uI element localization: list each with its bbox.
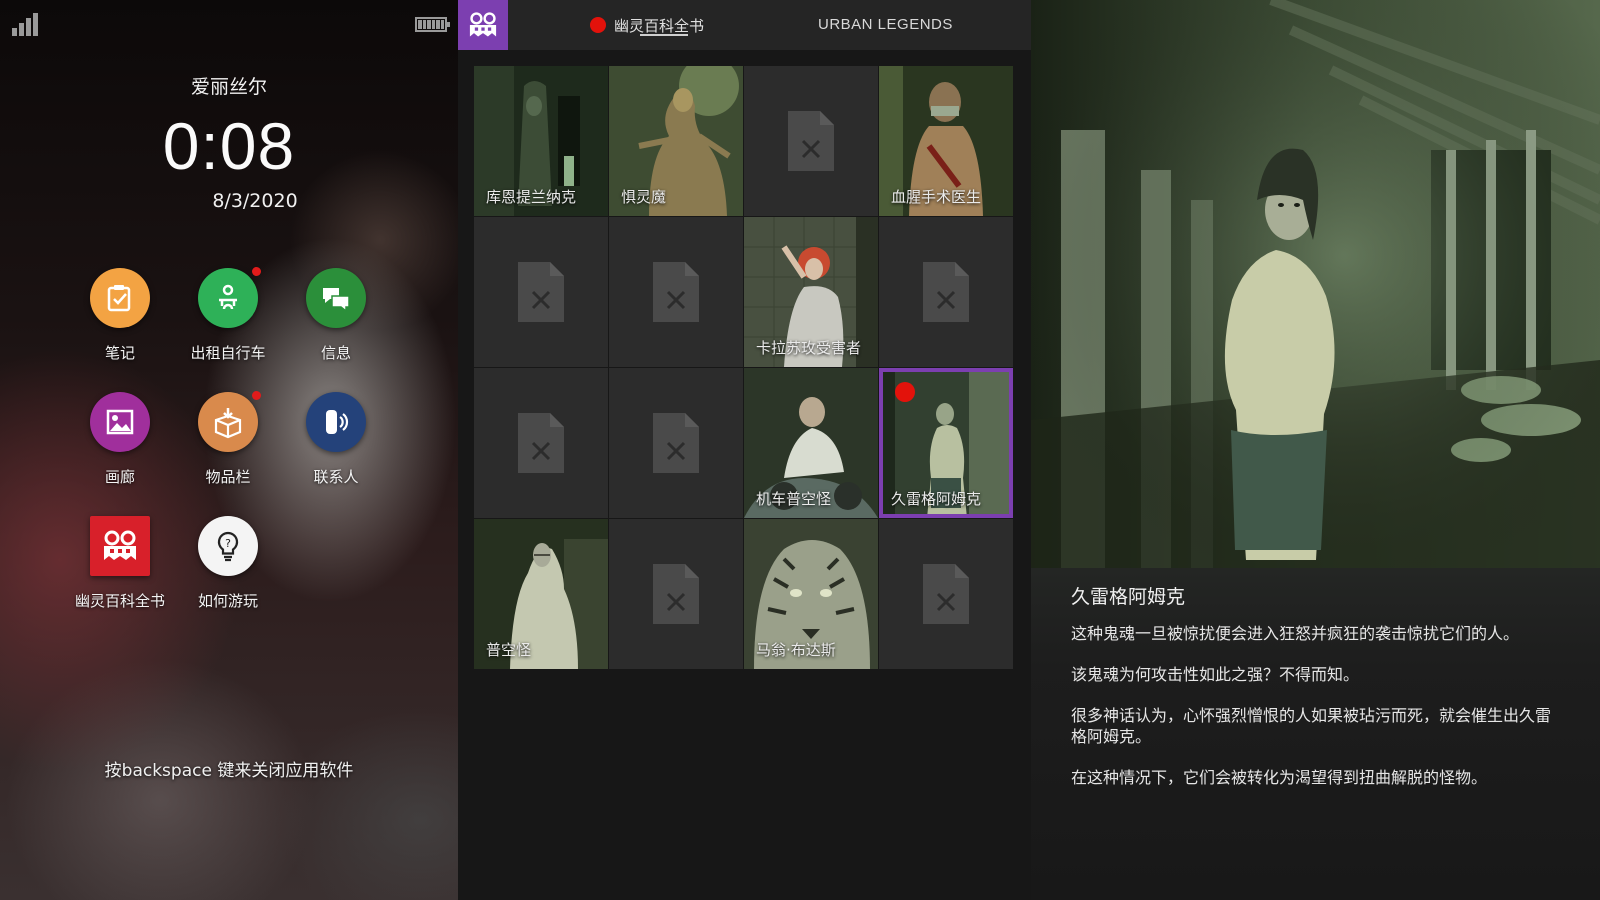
locked-file-icon [788, 111, 834, 171]
app-label: 信息 [320, 344, 351, 362]
tab-label: 幽灵百科全书 [614, 16, 705, 35]
ghost-artwork [1031, 0, 1600, 568]
close-app-hint: 按backspace 键来关闭应用软件 [104, 761, 354, 781]
tab-underline [640, 34, 688, 36]
app-label: 幽灵百科全书 [74, 592, 165, 610]
ghost-name: 马翁·布达斯 [756, 641, 836, 659]
app-label: 笔记 [104, 344, 135, 362]
inventory-box-icon [198, 391, 261, 452]
app-inventory[interactable]: 物品栏 [168, 391, 288, 487]
ghost-encyclopedia-icon [90, 516, 150, 576]
ghost-card[interactable]: 机车普空怪 [744, 368, 878, 518]
ghost-name: 惧灵魔 [621, 188, 667, 206]
ghost-name: 久雷格阿姆克 [891, 490, 982, 508]
phone-panel: 爱丽丝尔 0:08 8/3/2020 笔记 出租自行车 信息 画廊 物品栏 联系… [0, 0, 458, 900]
locked-ghost-card[interactable] [474, 368, 608, 518]
bike-rental-icon [198, 267, 261, 328]
ghost-encyclopedia-logo-icon [458, 0, 508, 50]
locked-file-icon [653, 564, 699, 624]
ghost-card[interactable]: 血腥手术医生 [879, 66, 1013, 216]
encyclopedia-topbar: 幽灵百科全书 URBAN LEGENDS [458, 0, 1031, 50]
notification-badge [252, 267, 261, 276]
description-paragraph: 这种鬼魂一旦被惊扰便会进入狂怒并疯狂的袭击惊扰它们的人。 [1071, 624, 1520, 643]
app-contacts[interactable]: 联系人 [276, 392, 396, 487]
app-bike-rental[interactable]: 出租自行车 [168, 267, 288, 363]
ghost-card[interactable]: 惧灵魔 [609, 66, 743, 216]
locked-file-icon [518, 413, 564, 473]
app-label: 画廊 [104, 468, 135, 486]
locked-file-icon [518, 262, 564, 322]
app-label: 如何游玩 [197, 592, 258, 610]
tab-ghost-encyclopedia[interactable]: 幽灵百科全书 [590, 0, 704, 50]
locked-ghost-card[interactable] [879, 217, 1013, 367]
locked-ghost-card[interactable] [744, 66, 878, 216]
app-messages[interactable]: 信息 [276, 268, 396, 363]
ghost-card[interactable]: 普空怪 [474, 519, 608, 669]
ghost-card[interactable]: 库恩提兰纳克 [474, 66, 608, 216]
ghost-card-selected[interactable]: 久雷格阿姆克 [879, 368, 1013, 518]
chat-bubbles-icon [306, 268, 366, 328]
phone-date: 8/3/2020 [212, 190, 298, 212]
locked-ghost-card[interactable] [879, 519, 1013, 669]
app-gallery[interactable]: 画廊 [60, 392, 180, 487]
phone-owner-name: 爱丽丝尔 [190, 76, 267, 98]
ghost-name: 卡拉苏玫受害者 [756, 339, 862, 357]
ghost-card[interactable]: 马翁·布达斯 [744, 519, 878, 669]
notification-badge [252, 391, 261, 400]
app-label: 联系人 [313, 468, 359, 486]
ghost-name: 机车普空怪 [756, 490, 832, 508]
description-paragraph: 在这种情况下，它们会被转化为渴望得到扭曲解脱的怪物。 [1071, 768, 1488, 787]
ghost-name: 血腥手术医生 [891, 188, 982, 206]
phone-contact-icon [306, 392, 366, 452]
ghost-name: 库恩提兰纳克 [486, 188, 577, 206]
ghost-card[interactable]: 卡拉苏玫受害者 [744, 217, 878, 367]
tab-urban-legends[interactable]: URBAN LEGENDS [818, 0, 953, 50]
locked-ghost-card[interactable] [474, 217, 608, 367]
lightbulb-help-icon: ? [198, 516, 258, 576]
record-dot-icon [590, 17, 606, 33]
app-label: 物品栏 [205, 468, 251, 486]
notes-checklist-icon [90, 268, 150, 328]
ghost-detail-title: 久雷格阿姆克 [1071, 586, 1186, 608]
ghost-name: 普空怪 [486, 641, 532, 659]
ghost-description: 久雷格阿姆克 这种鬼魂一旦被惊扰便会进入狂怒并疯狂的袭击惊扰它们的人。 该鬼魂为… [1031, 568, 1600, 900]
app-how-to-play[interactable]: ? 如何游玩 [168, 516, 288, 611]
description-paragraph: 该鬼魂为何攻击性如此之强？不得而知。 [1071, 665, 1360, 684]
locked-file-icon [923, 262, 969, 322]
locked-file-icon [653, 262, 699, 322]
description-paragraph: 很多神话认为，心怀强烈憎恨的人如果被玷污而死，就会催生出久雷格阿姆克。 [1071, 706, 1552, 746]
gallery-picture-icon [90, 392, 150, 452]
record-dot-icon [895, 382, 915, 402]
locked-file-icon [653, 413, 699, 473]
svg-text:?: ? [225, 537, 231, 550]
signal-strength-icon [12, 12, 38, 36]
app-notes[interactable]: 笔记 [60, 268, 180, 363]
app-ghost-encyclopedia[interactable]: 幽灵百科全书 [60, 516, 180, 611]
locked-file-icon [923, 564, 969, 624]
phone-clock: 0:08 [162, 109, 296, 183]
ghost-grid: 库恩提兰纳克 惧灵魔 血腥手术医生 卡拉苏玫受害者 机车普空怪 久雷格阿姆克 普… [474, 66, 1014, 670]
battery-icon [415, 17, 450, 32]
locked-ghost-card[interactable] [609, 368, 743, 518]
locked-ghost-card[interactable] [609, 519, 743, 669]
ghost-detail-panel: 久雷格阿姆克 这种鬼魂一旦被惊扰便会进入狂怒并疯狂的袭击惊扰它们的人。 该鬼魂为… [1031, 0, 1600, 900]
app-label: 出租自行车 [190, 344, 266, 362]
locked-ghost-card[interactable] [609, 217, 743, 367]
encyclopedia-panel: 幽灵百科全书 URBAN LEGENDS 库恩提兰纳克 惧灵魔 血腥手术医生 卡… [458, 0, 1031, 900]
